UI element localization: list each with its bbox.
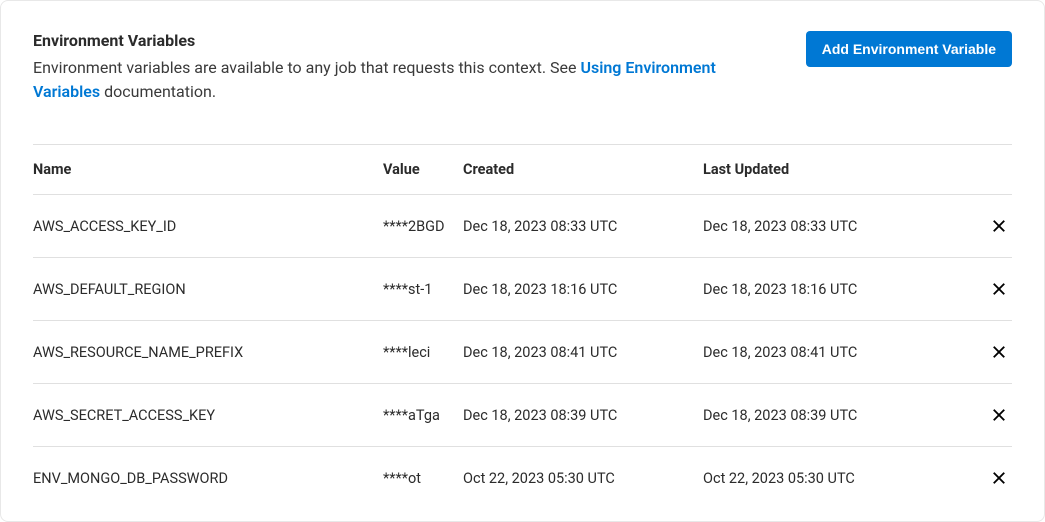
var-action-cell (972, 465, 1012, 491)
table-row: AWS_DEFAULT_REGION****st-1Dec 18, 2023 1… (33, 258, 1012, 321)
table-row: AWS_ACCESS_KEY_ID****2BGDDec 18, 2023 08… (33, 195, 1012, 258)
var-action-cell (972, 213, 1012, 239)
table-row: ENV_MONGO_DB_PASSWORD****otOct 22, 2023 … (33, 447, 1012, 509)
var-value: ****st-1 (383, 281, 463, 298)
delete-button[interactable] (986, 339, 1012, 365)
close-icon (990, 217, 1008, 235)
var-name: AWS_ACCESS_KEY_ID (33, 218, 383, 235)
col-header-created: Created (463, 161, 703, 178)
col-header-name: Name (33, 161, 383, 178)
var-action-cell (972, 276, 1012, 302)
section-title: Environment Variables (33, 31, 786, 50)
var-updated: Dec 18, 2023 08:33 UTC (703, 218, 972, 235)
delete-button[interactable] (986, 402, 1012, 428)
var-value: ****ot (383, 470, 463, 487)
var-action-cell (972, 402, 1012, 428)
var-updated: Dec 18, 2023 08:39 UTC (703, 407, 972, 424)
var-updated: Dec 18, 2023 18:16 UTC (703, 281, 972, 298)
var-created: Dec 18, 2023 08:41 UTC (463, 344, 703, 361)
col-header-value: Value (383, 161, 463, 178)
var-value: ****leci (383, 344, 463, 361)
add-env-var-button[interactable]: Add Environment Variable (806, 31, 1012, 67)
var-created: Dec 18, 2023 08:33 UTC (463, 218, 703, 235)
var-action-cell (972, 339, 1012, 365)
section-description: Environment variables are available to a… (33, 56, 786, 104)
col-header-updated: Last Updated (703, 161, 972, 178)
table-row: AWS_RESOURCE_NAME_PREFIX****leciDec 18, … (33, 321, 1012, 384)
var-value: ****2BGD (383, 218, 463, 235)
env-vars-panel: Environment Variables Environment variab… (0, 0, 1045, 522)
var-name: AWS_SECRET_ACCESS_KEY (33, 407, 383, 424)
var-created: Dec 18, 2023 08:39 UTC (463, 407, 703, 424)
var-updated: Dec 18, 2023 08:41 UTC (703, 344, 972, 361)
var-updated: Oct 22, 2023 05:30 UTC (703, 470, 972, 487)
desc-text-after: documentation. (100, 82, 216, 101)
var-created: Dec 18, 2023 18:16 UTC (463, 281, 703, 298)
var-name: AWS_DEFAULT_REGION (33, 281, 383, 298)
close-icon (990, 343, 1008, 361)
table-header-row: Name Value Created Last Updated (33, 144, 1012, 195)
var-value: ****aTga (383, 407, 463, 424)
col-header-action (972, 161, 1012, 178)
delete-button[interactable] (986, 276, 1012, 302)
close-icon (990, 280, 1008, 298)
header-text-block: Environment Variables Environment variab… (33, 31, 806, 104)
delete-button[interactable] (986, 213, 1012, 239)
close-icon (990, 406, 1008, 424)
desc-text-before: Environment variables are available to a… (33, 58, 580, 77)
var-name: ENV_MONGO_DB_PASSWORD (33, 470, 383, 487)
close-icon (990, 469, 1008, 487)
delete-button[interactable] (986, 465, 1012, 491)
env-vars-table: Name Value Created Last Updated AWS_ACCE… (33, 144, 1012, 509)
table-row: AWS_SECRET_ACCESS_KEY****aTgaDec 18, 202… (33, 384, 1012, 447)
panel-header: Environment Variables Environment variab… (33, 31, 1012, 104)
var-name: AWS_RESOURCE_NAME_PREFIX (33, 344, 383, 361)
var-created: Oct 22, 2023 05:30 UTC (463, 470, 703, 487)
